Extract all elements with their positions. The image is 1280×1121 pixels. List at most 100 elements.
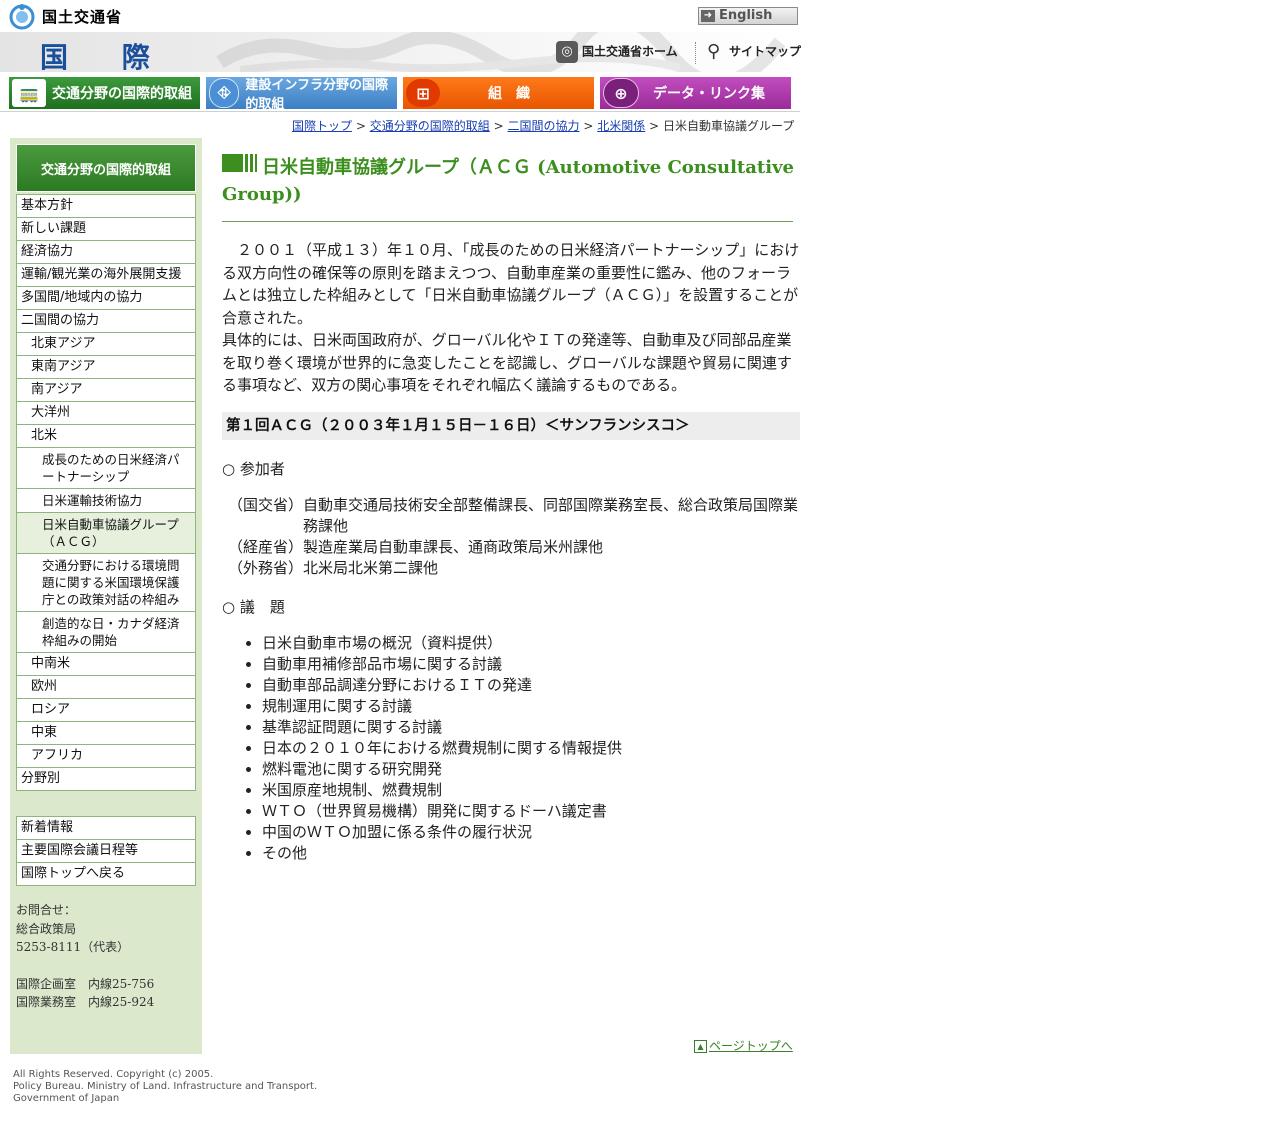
participant-row: （国交省） 自動車交通局技術安全部整備課長、同部国際業務室長、総合政策局国際業務… <box>228 495 802 537</box>
tab-organization[interactable]: ⊞ 組 織 <box>402 76 595 110</box>
sidebar-subitem[interactable]: 中南米 <box>16 653 196 676</box>
arrow-right-icon: ➜ <box>701 10 715 22</box>
breadcrumb-current: 日米自動車協議グループ <box>662 119 795 133</box>
breadcrumb-link[interactable]: 交通分野の国際的取組 <box>370 119 490 133</box>
header-divider <box>695 42 697 64</box>
sidebar-subsubitem[interactable]: 日米運輸技術協力 <box>16 489 196 513</box>
tab-transport-international[interactable]: 🚃 交通分野の国際的取組 <box>8 76 201 110</box>
sidebar-heading[interactable]: 交通分野の国際的取組 <box>16 144 196 192</box>
contact-line: 国際企画室 内線25-756 <box>16 976 155 991</box>
section-title: 国 際 <box>40 41 172 74</box>
agenda-item: 規制運用に関する討議 <box>262 696 800 717</box>
participant-row: （外務省） 北米局北米第二課他 <box>228 558 802 579</box>
participant-org: （経産省） <box>228 538 304 556</box>
mlit-home-icon: ◎ <box>556 41 578 63</box>
participant-members: 製造産業局自動車課長、通商政策局米州課他 <box>303 538 604 556</box>
breadcrumb-link[interactable]: 国際トップ <box>292 119 352 133</box>
agenda-item: ＷＴＯ（世界貿易機構）開発に関するドーハ議定書 <box>262 801 800 822</box>
footer-copyright: All Rights Reserved. Copyright (c) 2005. <box>13 1069 214 1080</box>
sidebar-subitem[interactable]: 北東アジア <box>16 333 196 356</box>
agenda-item: 米国原産地規制、燃費規制 <box>262 780 800 801</box>
sidebar-item[interactable]: 経済協力 <box>16 241 196 264</box>
intro-text: ２００１（平成１３）年１０月、「成長のための日米経済パートナーシップ」における双… <box>222 239 802 397</box>
sidebar-subsubitem-current[interactable]: 日米自動車協議グループ（ＡＣＧ） <box>16 513 196 554</box>
agenda-item: 日本の２０１０年における燃費規制に関する情報提供 <box>262 738 800 759</box>
agenda-heading: ○ 議 題 <box>222 598 285 616</box>
sidebar-subitem[interactable]: ロシア <box>16 699 196 722</box>
sidebar-subitem[interactable]: アフリカ <box>16 745 196 768</box>
sidebar-menu: 基本方針 新しい課題 経済協力 運輸/観光業の海外展開支援 多国間/地域内の協力… <box>16 194 196 791</box>
breadcrumb-link[interactable]: 二国間の協力 <box>507 119 579 133</box>
footer-org: Policy Bureau. Ministry of Land. Infrast… <box>13 1081 318 1092</box>
train-icon: 🚃 <box>12 79 46 107</box>
agenda-item: 燃料電池に関する研究開発 <box>262 759 800 780</box>
org-chart-icon: ⊞ <box>406 79 440 107</box>
sidebar-subitem[interactable]: 中東 <box>16 722 196 745</box>
agenda-item: 自動車部品調達分野におけるＩＴの発達 <box>262 675 800 696</box>
english-button[interactable]: ➜ English <box>698 7 798 25</box>
sidebar-item[interactable]: 二国間の協力 <box>16 310 196 333</box>
sidebar-item[interactable]: 新しい課題 <box>16 218 196 241</box>
sidebar-subsubitem[interactable]: 成長のための日米経済パートナーシップ <box>16 448 196 489</box>
globe-icon: ⊕ <box>603 78 639 108</box>
sidebar-subitem[interactable]: 大洋州 <box>16 402 196 425</box>
page-top-link[interactable]: ページトップへ <box>709 1039 793 1053</box>
sidebar-subsubitem[interactable]: 交通分野における環境問題に関する米国環境保護庁との政策対話の枠組み <box>16 554 196 612</box>
sidebar-item-schedule[interactable]: 主要国際会議日程等 <box>16 840 196 863</box>
participant-members: 自動車交通局技術安全部整備課長、同部国際業務室長、総合政策局国際業務課他 <box>303 496 799 535</box>
breadcrumb-separator: > <box>493 119 504 133</box>
sidebar-item[interactable]: 多国間/地域内の協力 <box>16 287 196 310</box>
footer-country: Government of Japan <box>13 1093 120 1104</box>
footer: All Rights Reserved. Copyright (c) 2005.… <box>13 1069 317 1105</box>
sidebar-item[interactable]: 運輸/観光業の海外展開支援 <box>16 264 196 287</box>
sidebar-subitem[interactable]: 北米 <box>16 425 196 448</box>
tab-data-links[interactable]: ⊕ データ・リンク集 <box>599 76 792 110</box>
breadcrumb: 国際トップ > 交通分野の国際的取組 > 二国間の協力 > 北米関係 > 日米自… <box>292 117 794 134</box>
contact-label: お問合せ： <box>16 903 77 917</box>
sidebar-subitem[interactable]: 東南アジア <box>16 356 196 379</box>
participant-row: （経産省） 製造産業局自動車課長、通商政策局米州課他 <box>228 537 802 558</box>
breadcrumb-separator: > <box>649 119 660 133</box>
contact-info: お問合せ： 総合政策局 5253-8111（代表） 国際企画室 内線25-756… <box>16 901 154 1012</box>
road-icon: ⛗ <box>209 78 240 108</box>
sitemap-link[interactable]: ⚲ サイトマップ <box>707 41 801 63</box>
sidebar-item[interactable]: 分野別 <box>16 768 196 791</box>
participants-heading: ○ 参加者 <box>222 460 285 478</box>
agenda-list: 日米自動車市場の概況（資料提供） 自動車用補修部品市場に関する討議 自動車部品調… <box>222 633 800 864</box>
sidebar-subitem[interactable]: 南アジア <box>16 379 196 402</box>
title-divider <box>222 221 793 222</box>
breadcrumb-separator: > <box>355 119 366 133</box>
participant-org: （国交省） <box>228 496 304 514</box>
participants-list: （国交省） 自動車交通局技術安全部整備課長、同部国際業務室長、総合政策局国際業務… <box>228 495 802 579</box>
sidebar-item-back-top[interactable]: 国際トップへ戻る <box>16 863 196 886</box>
agenda-item: 基準認証問題に関する討議 <box>262 717 800 738</box>
agenda-item: 自動車用補修部品市場に関する討議 <box>262 654 800 675</box>
sidebar-item-news[interactable]: 新着情報 <box>16 817 196 840</box>
nav-divider <box>0 111 800 112</box>
sidebar-item[interactable]: 基本方針 <box>16 195 196 218</box>
contact-tel: 5253-8111（代表） <box>16 940 130 954</box>
sidebar-subitem[interactable]: 欧州 <box>16 676 196 699</box>
breadcrumb-link[interactable]: 北米関係 <box>597 119 645 133</box>
arrow-up-icon: ▲ <box>694 1040 707 1053</box>
agenda-item: その他 <box>262 843 800 864</box>
magnifier-icon: ⚲ <box>707 41 721 62</box>
breadcrumb-separator: > <box>583 119 594 133</box>
sidebar-menu-secondary: 新着情報 主要国際会議日程等 国際トップへ戻る <box>16 816 196 886</box>
tab-infrastructure-international[interactable]: ⛗ 建設インフラ分野の国際的取組 <box>205 76 398 112</box>
intro-paragraph: ２００１（平成１３）年１０月、「成長のための日米経済パートナーシップ」における双… <box>222 241 800 327</box>
page-title: 日米自動車協議グループ（ＡＣＧ (Automotive Consultative… <box>222 157 794 205</box>
agenda-item: 中国のＷＴＯ加盟に係る条件の履行状況 <box>262 822 800 843</box>
sidebar-subsubitem[interactable]: 創造的な日・カナダ経済枠組みの開始 <box>16 612 196 653</box>
intro-paragraph: 具体的には、日米両国政府が、グローバル化やＩＴの発達等、自動車及び同部品産業を取… <box>222 331 792 394</box>
mlit-logo-icon <box>9 4 35 30</box>
ministry-name: 国土交通省 <box>42 8 123 26</box>
mlit-home-link[interactable]: ◎ 国土交通省ホーム <box>556 41 678 63</box>
participant-members: 北米局北米第二課他 <box>303 559 439 577</box>
participant-org: （外務省） <box>228 559 304 577</box>
contact-dept: 総合政策局 <box>16 921 77 936</box>
page-top: ▲ ページトップへ <box>694 1037 793 1054</box>
section-heading: 第１回ＡＣＧ（２００３年１月１５日－１６日）＜サンフランシスコ＞ <box>222 412 800 440</box>
agenda-item: 日米自動車市場の概況（資料提供） <box>262 633 800 654</box>
contact-line: 国際業務室 内線25-924 <box>16 995 155 1009</box>
